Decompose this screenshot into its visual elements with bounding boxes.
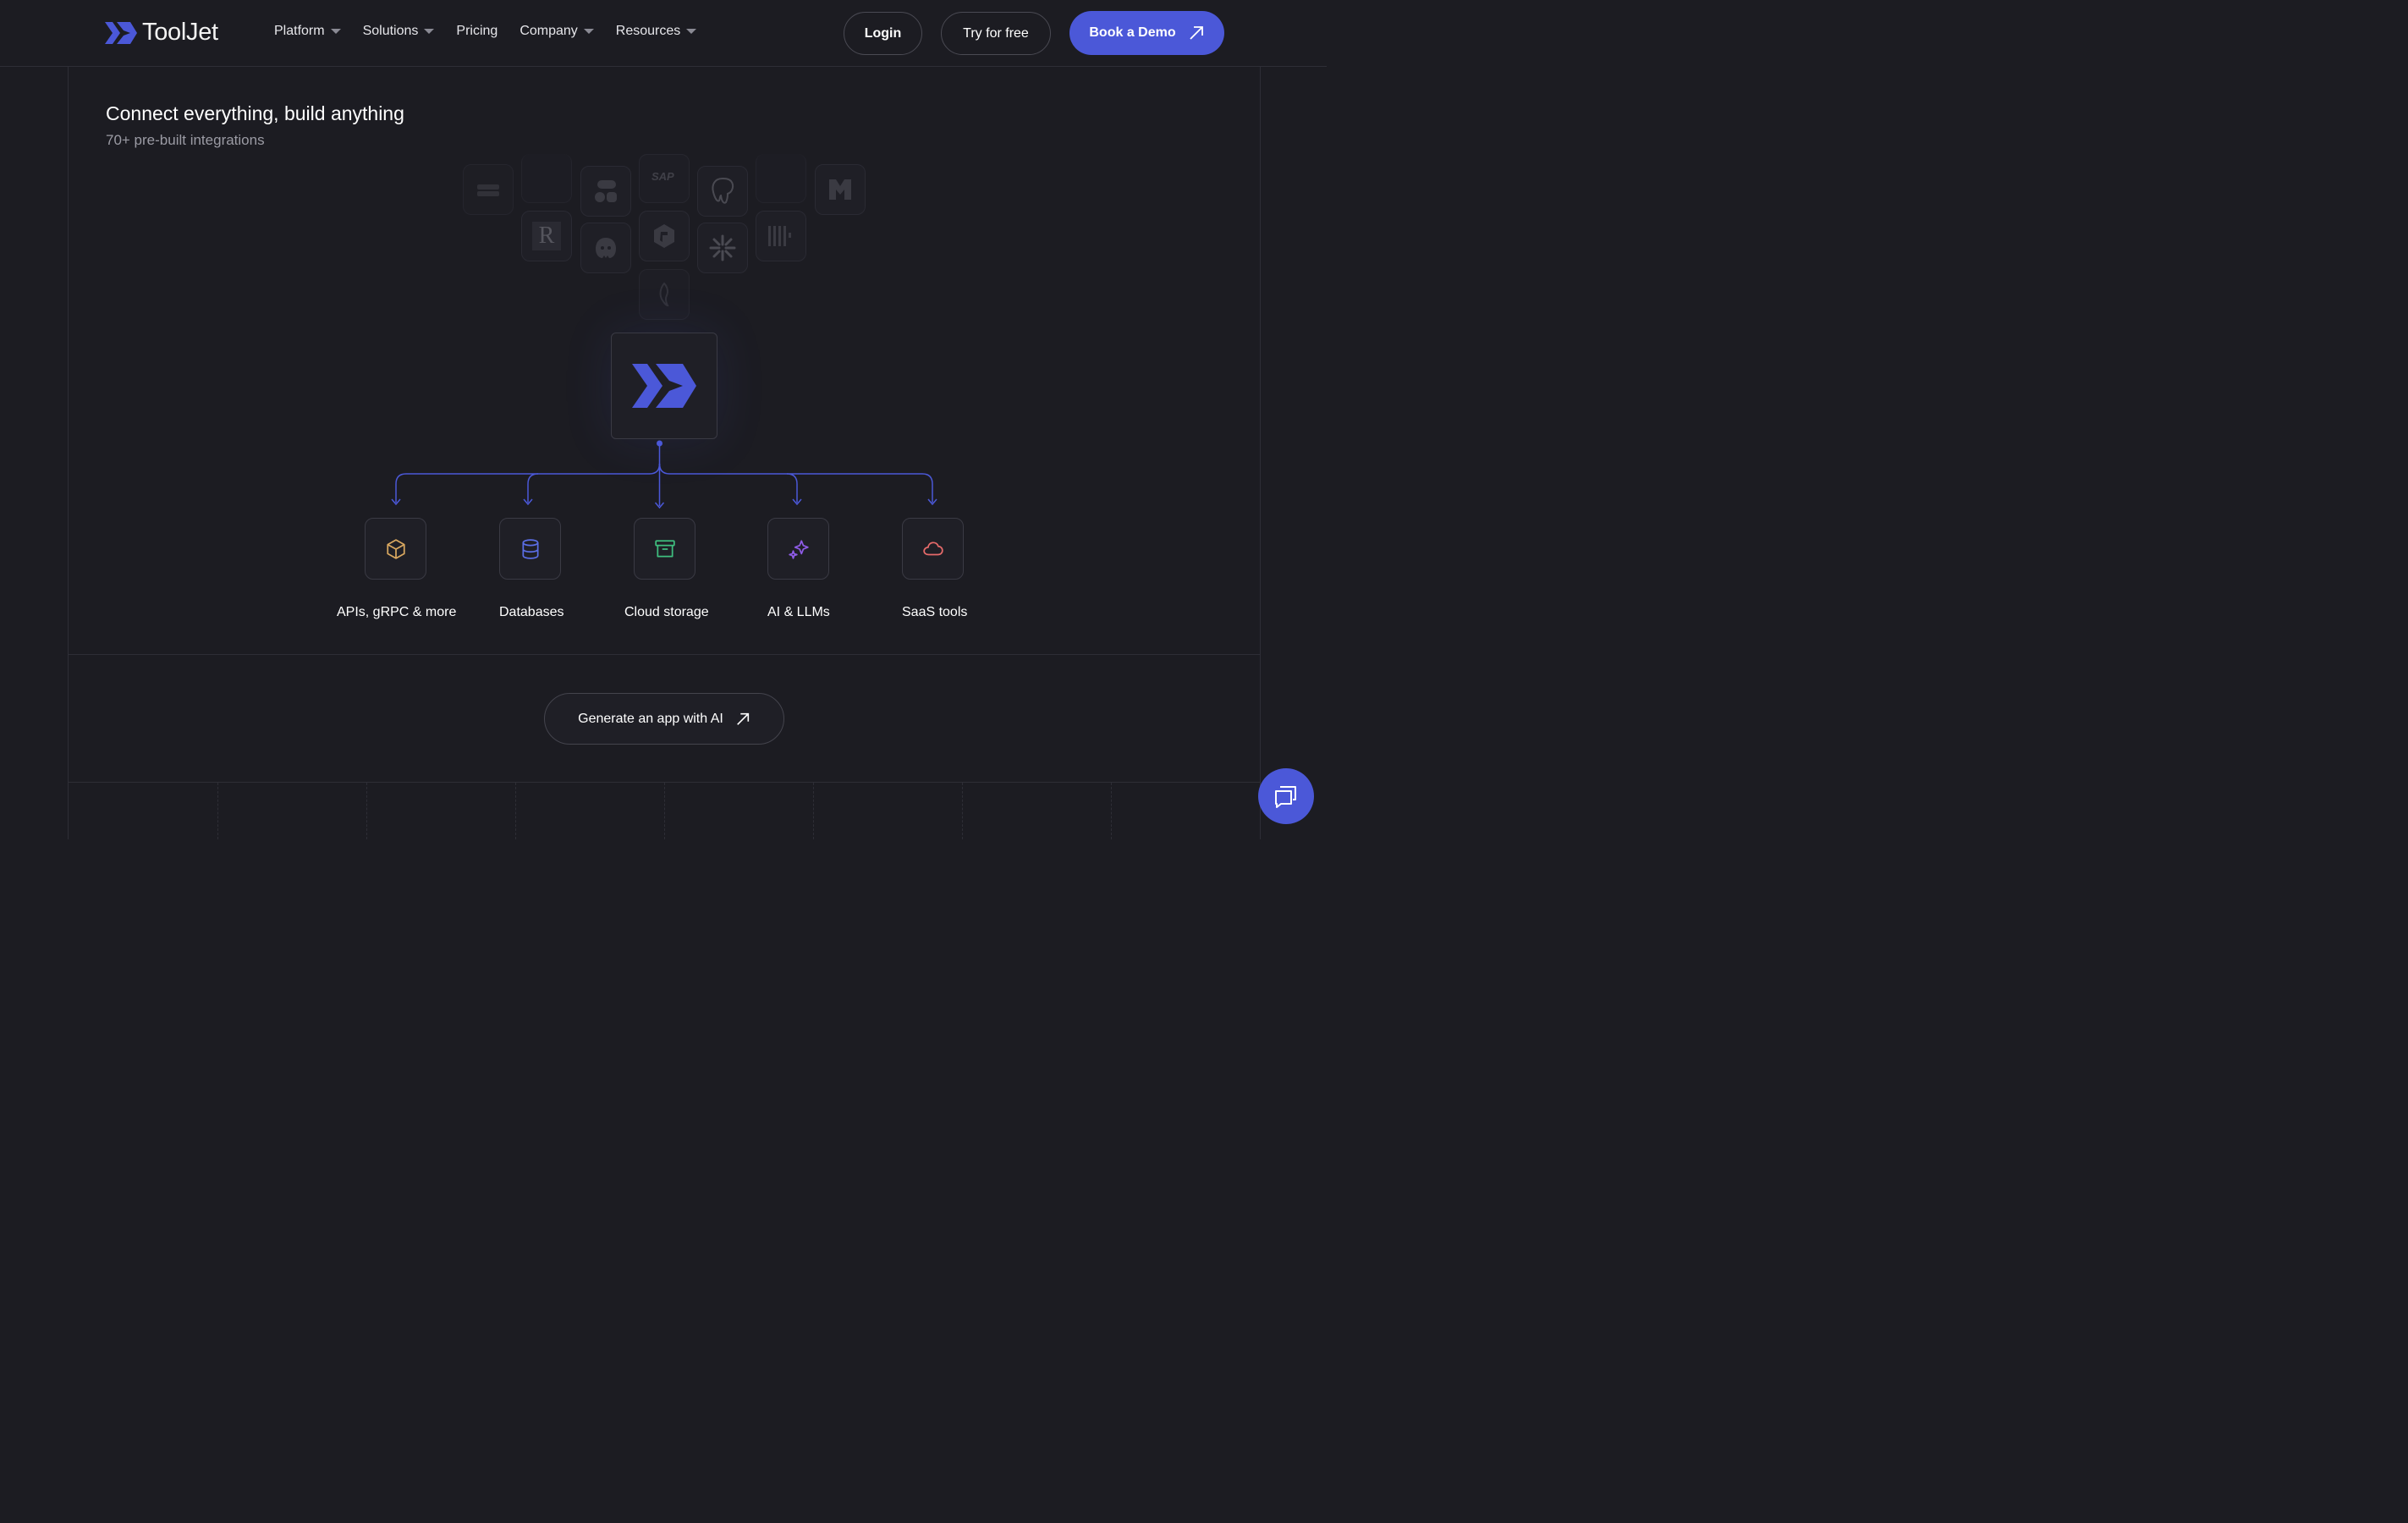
chat-icon (1275, 786, 1296, 808)
category-ai-llms[interactable] (767, 518, 829, 580)
category-saas-tools[interactable] (902, 518, 964, 580)
grid-line (664, 783, 665, 839)
sparkle-icon (788, 539, 809, 559)
grid-line (515, 783, 516, 839)
database-icon (521, 538, 539, 559)
page: ToolJet Platform Solutions Pricing Compa… (0, 0, 1327, 839)
chat-button[interactable] (1258, 768, 1314, 824)
cloud-icon (922, 541, 943, 555)
cube-icon (386, 538, 405, 559)
grid-line (366, 783, 367, 839)
category-label-cloud-storage: Cloud storage (624, 605, 709, 619)
category-apis[interactable] (365, 518, 426, 580)
grid-line (217, 783, 218, 839)
category-cloud-storage[interactable] (634, 518, 695, 580)
generate-app-label: Generate an app with AI (578, 711, 723, 726)
category-label-apis: APIs, gRPC & more (337, 605, 457, 619)
category-label-databases: Databases (499, 605, 564, 619)
archive-icon (654, 539, 675, 558)
generate-app-button[interactable]: Generate an app with AI (544, 693, 784, 745)
grid-line (962, 783, 963, 839)
category-label-ai-llms: AI & LLMs (767, 605, 830, 619)
grid-line (1111, 783, 1112, 839)
category-label-saas-tools: SaaS tools (902, 605, 968, 619)
grid-line (813, 783, 814, 839)
category-databases[interactable] (499, 518, 561, 580)
arrow-up-right-icon (736, 712, 749, 725)
